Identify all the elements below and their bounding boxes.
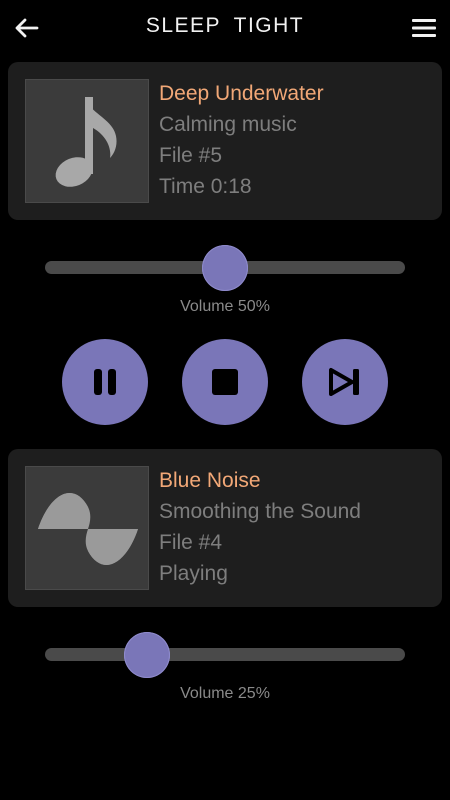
track-card-blue-noise[interactable]: Blue Noise Smoothing the Sound File #4 P… — [8, 449, 442, 607]
volume-slider-2[interactable] — [45, 632, 405, 678]
pause-icon — [94, 369, 116, 395]
menu-button[interactable] — [406, 10, 442, 46]
skip-next-icon — [329, 368, 359, 396]
track-file: File #5 — [159, 144, 223, 167]
volume-slider-1[interactable] — [45, 245, 405, 291]
slider-thumb[interactable] — [202, 245, 248, 291]
hamburger-menu-icon — [412, 19, 436, 37]
track-file: File #4 — [159, 531, 223, 554]
volume-label-1: Volume 50% — [180, 298, 270, 315]
music-note-icon — [55, 97, 117, 187]
track-subtitle: Smoothing the Sound — [159, 500, 361, 523]
slider-track[interactable] — [45, 648, 405, 661]
sine-wave-icon — [38, 493, 138, 565]
track-info: Blue Noise Smoothing the Sound File #4 P… — [159, 469, 434, 593]
track-title: Blue Noise — [159, 469, 261, 492]
stop-icon — [212, 369, 238, 395]
track-artwork — [25, 79, 149, 203]
next-button[interactable] — [302, 339, 388, 425]
track-title: Deep Underwater — [159, 82, 324, 105]
track-status: Playing — [159, 562, 228, 585]
track-info: Deep Underwater Calming music File #5 Ti… — [159, 82, 434, 206]
slider-thumb[interactable] — [123, 632, 170, 678]
volume-label-2: Volume 25% — [180, 685, 270, 702]
app-title: SLEEP TIGHT — [145, 14, 305, 37]
track-artwork — [25, 466, 149, 590]
top-bar: SLEEP TIGHT — [0, 0, 450, 56]
track-card-deep-underwater[interactable]: Deep Underwater Calming music File #5 Ti… — [8, 62, 442, 220]
track-status: Time 0:18 — [159, 175, 252, 198]
pause-button[interactable] — [62, 339, 148, 425]
track-subtitle: Calming music — [159, 113, 297, 136]
stop-button[interactable] — [182, 339, 268, 425]
